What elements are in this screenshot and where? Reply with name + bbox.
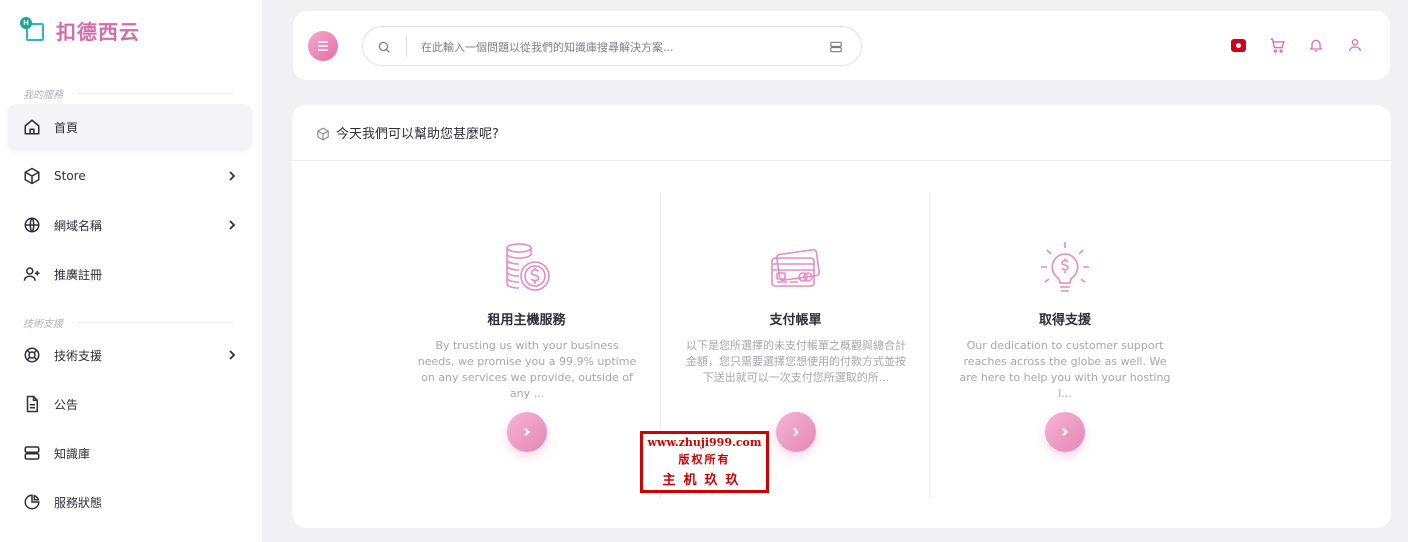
language-flag-icon[interactable] [1229, 35, 1247, 55]
sidebar-item-label: 網域名稱 [54, 218, 103, 233]
chevron-right-icon [224, 217, 240, 233]
chevron-right-icon [1062, 427, 1068, 437]
credit-card-icon [768, 240, 824, 296]
sidebar-item-home[interactable]: 首頁 [8, 104, 252, 150]
lightbulb-icon [1037, 240, 1093, 296]
bell-icon[interactable] [1307, 35, 1325, 55]
knowledgebase-icon[interactable] [829, 39, 845, 55]
search-icon [377, 39, 393, 55]
sidebar-item-label: 首頁 [54, 120, 79, 135]
coins-icon [499, 240, 555, 296]
menu-toggle-button[interactable] [308, 31, 338, 61]
chevron-right-icon [523, 427, 530, 437]
sidebar-item-label: 知識庫 [54, 446, 91, 461]
watermark-copyright: 版权所有 [678, 453, 731, 466]
home-icon [22, 117, 42, 137]
chevron-right-icon [792, 427, 799, 437]
watermark-stamp: www.zhuji999.com 版权所有 主机玖玖 [640, 431, 769, 493]
help-panel: 今天我們可以幫助您甚麼呢? 租用主機服務 By trusting us with… [292, 105, 1391, 528]
section-label-support: 技術支援 [23, 315, 233, 330]
panel-header: 今天我們可以幫助您甚麼呢? [292, 105, 1391, 161]
card-title: 租用主機服務 [487, 313, 566, 328]
sidebar-item-label: 公告 [54, 397, 79, 412]
brand-name: 扣德西云 [56, 20, 140, 44]
brand-logo[interactable]: H 扣德西云 [20, 16, 140, 45]
lifebuoy-icon [22, 345, 42, 365]
server-icon [22, 443, 42, 463]
top-bar [293, 11, 1390, 80]
sidebar-item-network-status[interactable]: 服務狀態 [8, 479, 252, 525]
user-plus-icon [22, 264, 42, 284]
box-icon [22, 166, 42, 186]
section-label-my-services: 我的服務 [23, 86, 233, 101]
sidebar-item-label: 推廣註冊 [54, 267, 103, 282]
card-support: 取得支援 Our dedication to customer support … [931, 192, 1199, 499]
globe-icon [22, 215, 42, 235]
sidebar-item-store[interactable]: Store [8, 153, 252, 199]
sidebar-item-label: 技術支援 [54, 348, 103, 363]
sidebar-item-announcements[interactable]: 公告 [8, 381, 252, 427]
sidebar-item-support[interactable]: 技術支援 [8, 332, 252, 378]
card-description: Our dedication to customer support reach… [959, 339, 1171, 400]
chevron-right-icon [224, 347, 240, 363]
watermark-brand: 主机玖玖 [662, 473, 747, 488]
cart-icon[interactable] [1268, 35, 1286, 55]
sidebar-item-label: 服務狀態 [54, 495, 103, 510]
card-hosting: 租用主機服務 By trusting us with your business… [393, 192, 661, 499]
logo-mark-icon: H [20, 16, 48, 45]
pie-chart-icon [22, 492, 42, 512]
menu-icon [318, 41, 328, 51]
card-go-button[interactable] [775, 412, 816, 452]
cube-icon [316, 126, 330, 140]
document-icon [22, 394, 42, 414]
search-bar [362, 26, 862, 66]
card-title: 支付帳單 [769, 313, 822, 328]
search-input[interactable] [421, 35, 811, 59]
card-title: 取得支援 [1038, 313, 1091, 328]
user-icon[interactable] [1346, 35, 1364, 55]
card-go-button[interactable] [506, 412, 547, 452]
panel-title: 今天我們可以幫助您甚麼呢? [336, 127, 499, 142]
sidebar-item-domains[interactable]: 網域名稱 [8, 202, 252, 248]
watermark-url: www.zhuji999.com [647, 436, 762, 449]
sidebar-item-knowledgebase[interactable]: 知識庫 [8, 430, 252, 476]
card-go-button[interactable] [1045, 412, 1085, 452]
card-description: By trusting us with your business needs,… [417, 339, 637, 400]
chevron-right-icon [224, 168, 240, 184]
card-description: 以下是您所選擇的未支付帳單之概觀與總合計金額，您只需要選擇您想使用的付款方式並按… [686, 339, 906, 384]
sidebar-item-label: Store [54, 169, 86, 183]
sidebar-item-affiliates[interactable]: 推廣註冊 [8, 251, 252, 297]
sidebar: H 扣德西云 我的服務 首頁 Store 網域名稱 推廣註冊 技術支援 技術支援… [0, 0, 262, 542]
